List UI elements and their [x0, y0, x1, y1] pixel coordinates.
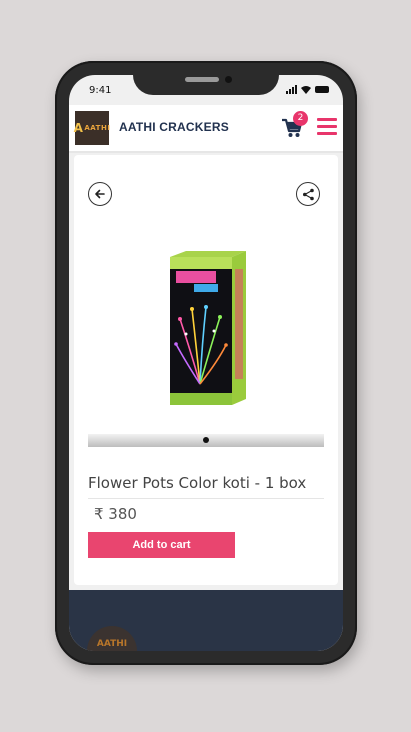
- wifi-icon: [301, 86, 311, 94]
- product-price: ₹ 380: [94, 505, 137, 523]
- notch: [133, 75, 279, 95]
- logo-letter: A: [73, 121, 84, 135]
- footer: AATHI: [69, 590, 343, 651]
- phone-frame: 9:41 A AATHI AATHI CRACKERS 2 Flower Pot…: [55, 61, 357, 665]
- signal-icon: [286, 85, 297, 94]
- back-button[interactable]: [88, 182, 112, 206]
- cart-count-badge: 2: [293, 111, 308, 126]
- share-button[interactable]: [296, 182, 320, 206]
- logo-text: AATHI: [84, 124, 111, 132]
- share-icon: [302, 188, 314, 200]
- menu-button[interactable]: [317, 118, 337, 136]
- carousel-indicator[interactable]: [88, 434, 324, 447]
- product-name: Flower Pots Color koti - 1 box: [88, 474, 307, 492]
- divider: [88, 498, 324, 499]
- status-icons: [286, 85, 329, 94]
- speaker: [185, 77, 219, 82]
- product-image: [170, 251, 246, 405]
- product-card: Flower Pots Color koti - 1 box ₹ 380 Add…: [74, 155, 338, 585]
- footer-logo: AATHI: [87, 626, 137, 651]
- carousel-dot[interactable]: [203, 437, 209, 443]
- camera: [225, 76, 232, 83]
- add-to-cart-button[interactable]: Add to cart: [88, 532, 235, 558]
- brand-name: AATHI CRACKERS: [119, 120, 229, 134]
- app-header: A AATHI AATHI CRACKERS 2: [69, 105, 343, 153]
- logo[interactable]: A AATHI: [73, 111, 111, 145]
- arrow-left-icon: [95, 189, 105, 199]
- cart-button[interactable]: 2: [281, 111, 308, 139]
- battery-icon: [315, 86, 329, 93]
- hamburger-icon: [317, 118, 337, 135]
- status-time: 9:41: [89, 85, 112, 96]
- screen: 9:41 A AATHI AATHI CRACKERS 2 Flower Pot…: [69, 75, 343, 651]
- footer-logo-text: AATHI: [96, 639, 128, 649]
